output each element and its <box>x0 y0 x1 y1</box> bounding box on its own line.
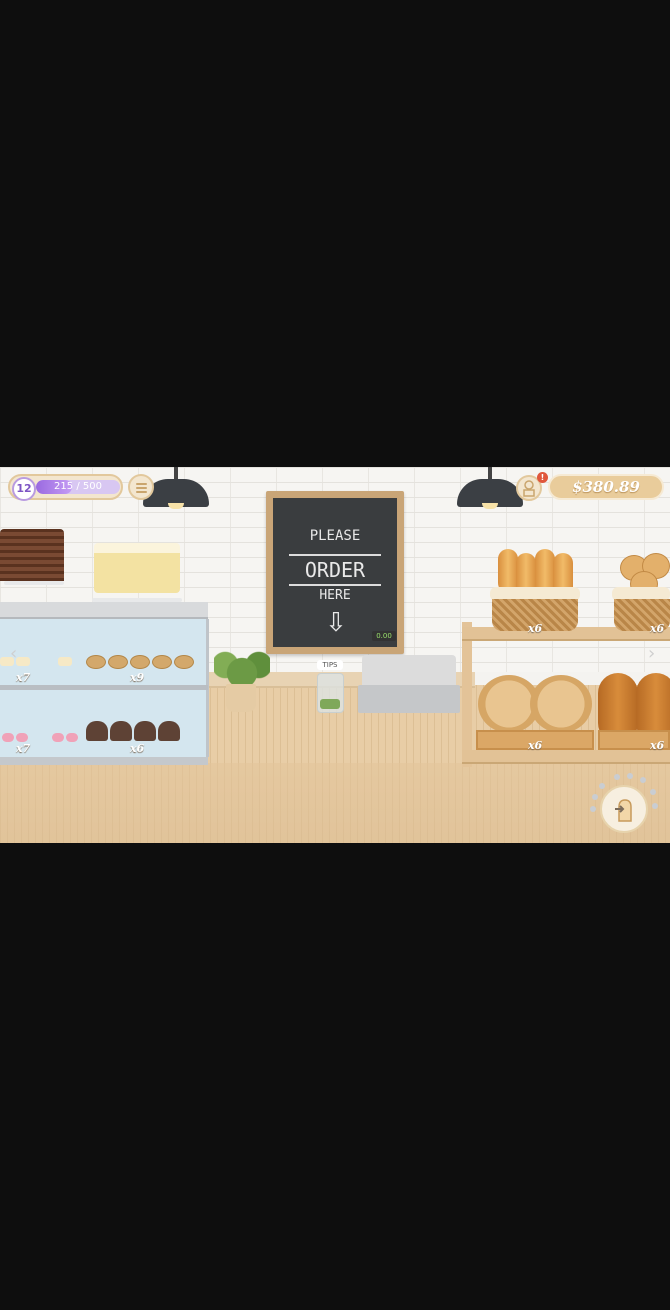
sourdough-loaf <box>530 675 592 733</box>
oven-mitt-icon[interactable] <box>600 785 648 833</box>
item-count: x6 <box>650 739 665 752</box>
order-chalkboard: PLEASE ORDER HERE ⇩ <box>266 491 404 654</box>
money-counter[interactable]: $380.89 <box>548 474 664 500</box>
chalk-please: PLEASE <box>309 528 361 544</box>
pendant-lamp <box>457 467 523 511</box>
tip-jar[interactable] <box>317 673 344 713</box>
notification-badge: ! <box>537 472 548 483</box>
item-count: x6 <box>528 622 543 635</box>
cookie-tray[interactable] <box>86 655 194 669</box>
item-count: x7 <box>16 671 31 684</box>
item-count: x9 <box>130 671 145 684</box>
potted-plant <box>214 649 270 689</box>
scroll-left-icon[interactable]: ‹ <box>10 643 17 664</box>
level-progress[interactable]: 12 215 / 500 <box>8 474 123 501</box>
muffin-tray[interactable] <box>86 721 180 741</box>
chocolate-cake[interactable] <box>0 529 64 581</box>
shelf-board <box>462 750 670 764</box>
shelf-post <box>462 622 472 767</box>
xp-bar: 215 / 500 <box>36 480 120 494</box>
menu-button[interactable] <box>128 474 154 500</box>
macaron-tray[interactable] <box>2 733 78 742</box>
item-count: x6 <box>650 622 665 635</box>
item-count: x6 <box>130 742 145 755</box>
lemon-cake[interactable] <box>94 543 180 593</box>
item-count: x7 <box>16 742 31 755</box>
chalk-here: HERE <box>319 588 351 603</box>
plant-pot <box>226 684 256 712</box>
cake-stand <box>4 581 64 585</box>
tips-label: TIPS <box>317 660 343 670</box>
xp-text: 215 / 500 <box>54 481 102 492</box>
down-arrow-icon: ⇩ <box>325 608 347 638</box>
bakery-scene: 12 215 / 500 ! $380.89 PLEASE ORDER HERE… <box>0 467 670 843</box>
level-badge: 12 <box>12 477 36 501</box>
scroll-right-icon[interactable]: › <box>648 643 655 664</box>
item-count: x6 <box>528 739 543 752</box>
chalk-order: ORDER <box>289 554 381 586</box>
register-display: 0.00 <box>372 631 396 641</box>
cash-register[interactable] <box>358 655 460 713</box>
counter-shadow <box>0 763 670 843</box>
